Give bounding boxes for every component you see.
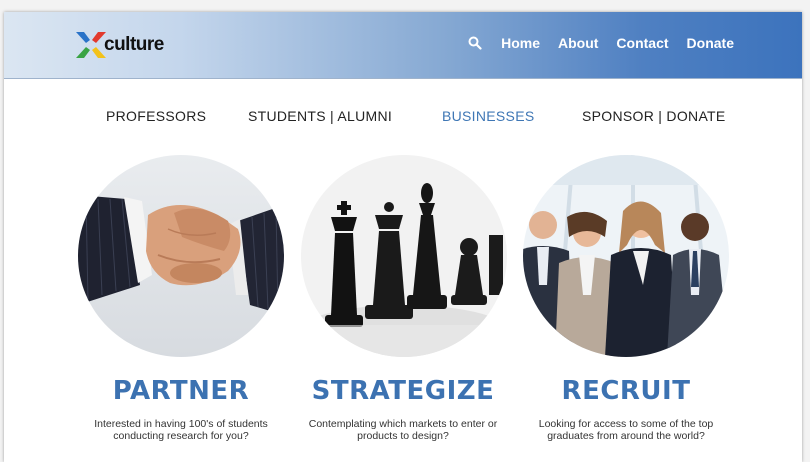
feature-desc-strategize: Contemplating which markets to enter or …	[308, 418, 498, 442]
subnav-businesses[interactable]: BUSINESSES	[442, 108, 534, 124]
audience-nav: PROFESSORS STUDENTS | ALUMNI BUSINESSES …	[4, 108, 802, 128]
feature-title-strategize: STRATEGIZE	[311, 376, 495, 406]
feature-desc-recruit: Looking for access to some of the top gr…	[538, 418, 714, 442]
feature-title-recruit: RECRUIT	[561, 376, 691, 406]
subnav-professors[interactable]: PROFESSORS	[106, 108, 206, 124]
main-nav: Home About Contact Donate	[468, 35, 734, 51]
site-header: culture Home About Contact Donate	[4, 12, 802, 79]
handshake-photo	[78, 155, 284, 357]
nav-donate[interactable]: Donate	[687, 35, 734, 51]
search-icon[interactable]	[468, 36, 482, 50]
nav-home[interactable]: Home	[501, 35, 540, 51]
logo[interactable]: culture	[74, 28, 184, 64]
feature-title-partner: PARTNER	[112, 376, 250, 406]
logo-x-icon	[76, 32, 106, 58]
business-team-photo	[523, 155, 729, 357]
nav-about[interactable]: About	[558, 35, 598, 51]
subnav-sponsor-donate[interactable]: SPONSOR | DONATE	[582, 108, 726, 124]
logo-text: culture	[104, 34, 164, 55]
feature-desc-partner: Interested in having 100's of students c…	[94, 418, 268, 442]
browser-page: culture Home About Contact Donate PROFES…	[4, 12, 802, 462]
nav-contact[interactable]: Contact	[616, 35, 668, 51]
subnav-students-alumni[interactable]: STUDENTS | ALUMNI	[248, 108, 392, 124]
chess-pieces-photo	[301, 155, 507, 357]
